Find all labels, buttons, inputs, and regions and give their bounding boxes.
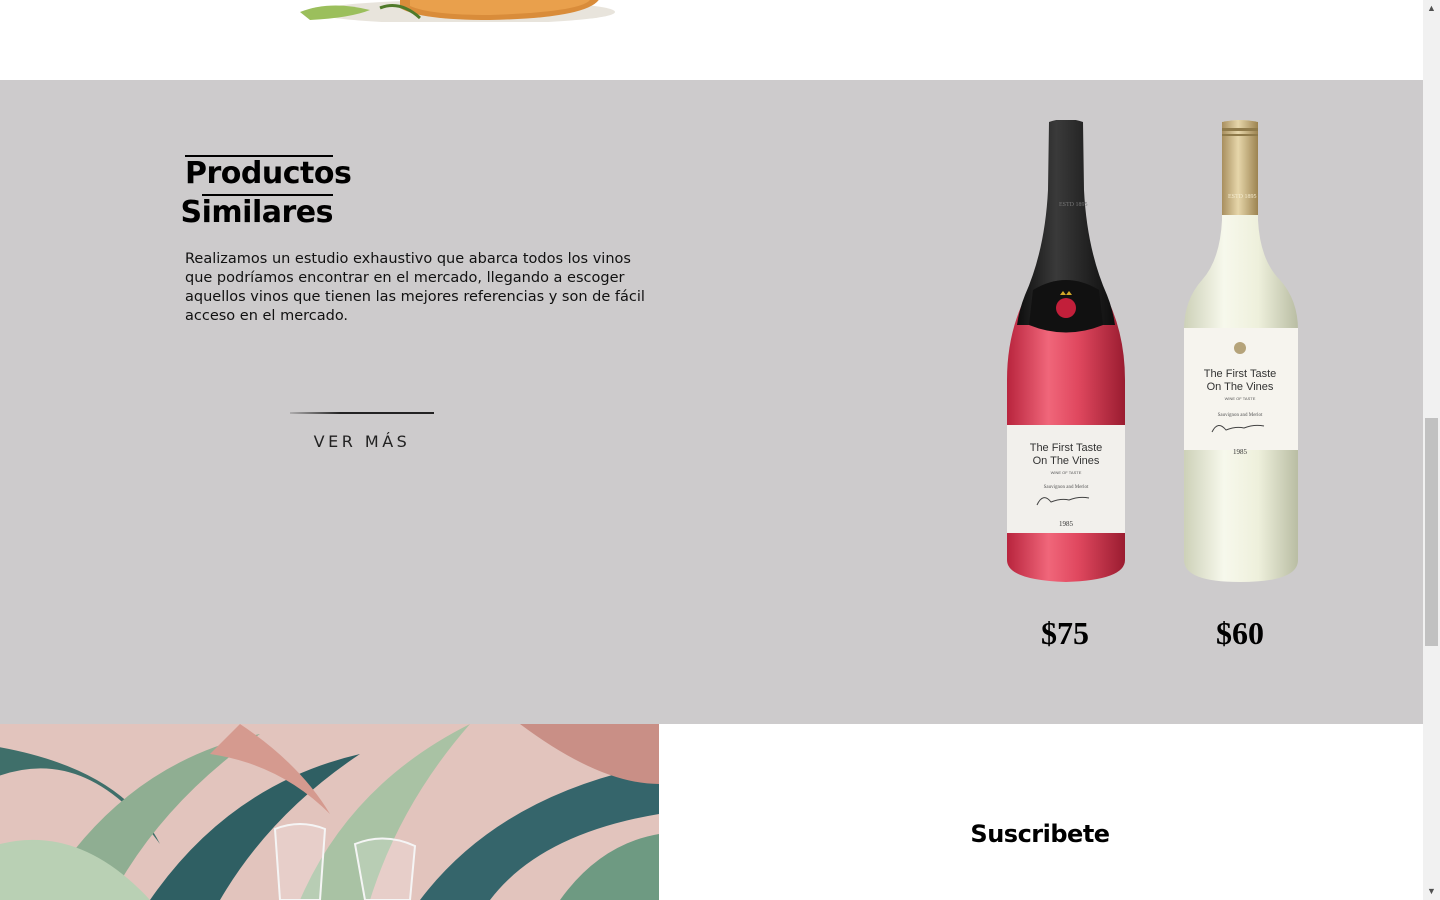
- title-line-1: Productos: [185, 156, 352, 191]
- label-line-2: On The Vines: [1033, 455, 1100, 467]
- label-line-1: The First Taste: [1030, 442, 1103, 454]
- label-line-1: The First Taste: [1204, 368, 1277, 380]
- scroll-up-arrow-icon[interactable]: ▲: [1423, 0, 1440, 17]
- product-bottle-rose[interactable]: ESTD 1895 The First Taste On The Vines W…: [1003, 120, 1129, 585]
- label-variety: Sauvignon and Merlot: [1218, 413, 1263, 418]
- scroll-thumb[interactable]: [1425, 418, 1438, 646]
- product-price: $60: [1216, 615, 1264, 651]
- top-section: [0, 0, 1423, 80]
- label-year: 1985: [1059, 520, 1074, 528]
- ver-mas-button[interactable]: VER MÁS: [290, 432, 434, 451]
- page-scrollbar[interactable]: ▲ ▼: [1423, 0, 1440, 900]
- wine-glasses-image: [0, 724, 659, 900]
- label-small: WINE OF TASTE: [1225, 396, 1256, 401]
- label-year: 1985: [1233, 448, 1248, 456]
- label-small: WINE OF TASTE: [1051, 470, 1082, 475]
- scroll-down-arrow-icon[interactable]: ▼: [1423, 883, 1440, 900]
- neck-text: ESTD 1895: [1228, 194, 1257, 200]
- cta-rule: [290, 412, 434, 414]
- product-price: $75: [1041, 615, 1089, 651]
- label-variety: Sauvignon and Merlot: [1044, 485, 1089, 490]
- subscribe-title: Suscribete: [970, 820, 1110, 848]
- similar-products-section: Productos Similares Realizamos un estudi…: [0, 80, 1423, 724]
- label-line-2: On The Vines: [1207, 381, 1274, 393]
- food-image: [300, 0, 615, 22]
- section-description: Realizamos un estudio exhaustivo que aba…: [185, 251, 645, 324]
- neck-text: ESTD 1895: [1059, 202, 1088, 208]
- product-bottle-white[interactable]: ESTD 1895 The First Taste On The Vines W…: [1180, 120, 1302, 585]
- title-line-2: Similares: [180, 195, 334, 230]
